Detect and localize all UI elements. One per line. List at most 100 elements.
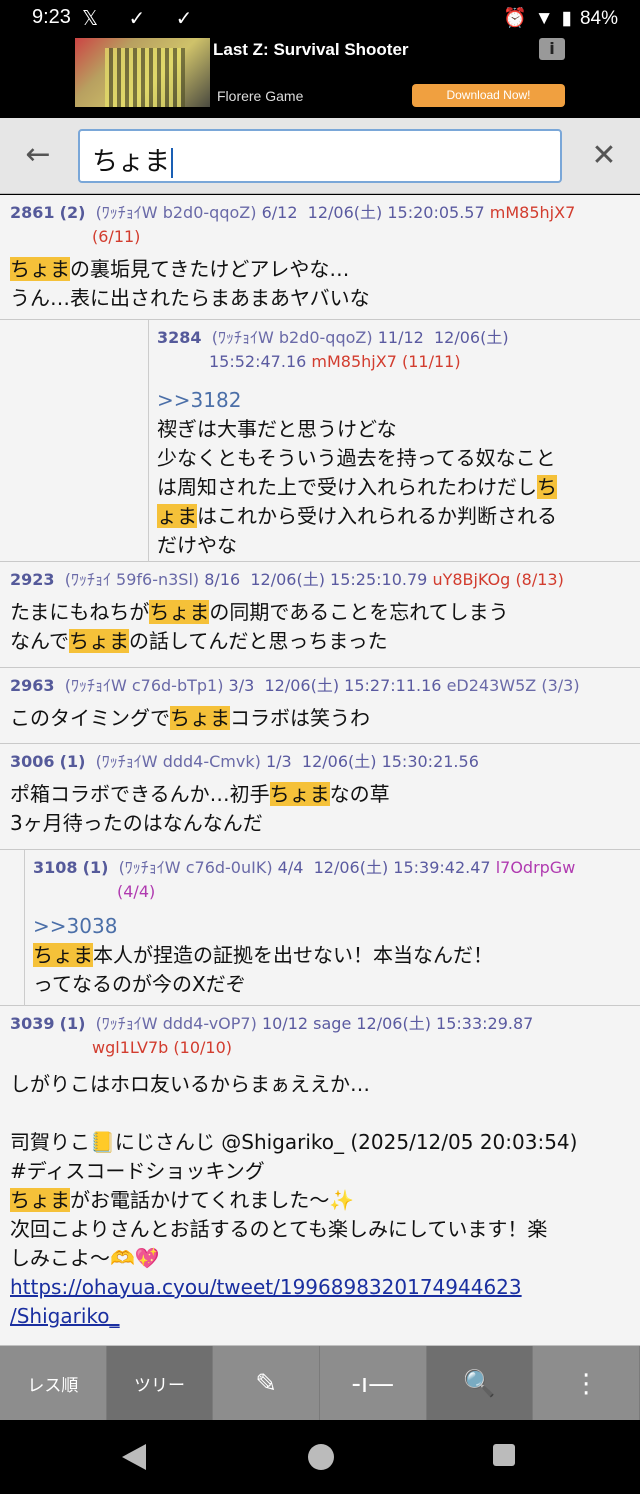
post-text: の話してんだと思っちまった (129, 629, 388, 653)
post-text: しがりこはホロ友いるからまぁええか… (10, 1072, 370, 1096)
post-body: このタイミングでちょまコラボは笑うわ (0, 698, 640, 743)
post-number[interactable]: 3006 (10, 752, 55, 771)
notification-icons: 𝕏 ✓ ✓ (82, 6, 205, 30)
post-body: >>3182 禊ぎは大事だと思うけどな 少なくともそういう過去を持ってる奴なこと… (149, 374, 640, 570)
reply-container: 3108 (1) (ﾜｯﾁｮｲW c76d-0uIK) 4/4 12/06(土)… (24, 850, 640, 1006)
post[interactable]: 2963 (ﾜｯﾁｮｲW c76d-bTp1) 3/3 12/06(土) 15:… (0, 668, 640, 744)
post[interactable]: 3006 (1) (ﾜｯﾁｮｲW ddd4-Cmvk) 1/3 12/06(土)… (0, 744, 640, 850)
ad-download-button[interactable]: Download Now! (412, 84, 565, 107)
battery-icon: ▮ (561, 8, 572, 29)
post-date: 12/06(土) 15:25:10.79 (250, 570, 428, 589)
more-vert-icon[interactable]: ⋮ (533, 1346, 640, 1421)
poster-name: (ﾜｯﾁｮｲW c76d-bTp1) (64, 676, 224, 695)
highlight: ちょま (170, 706, 230, 730)
post-fraction: 4/4 (277, 858, 304, 877)
poster-id[interactable]: uY8BjKOg (432, 570, 510, 589)
search-app-bar: ← ちょま ✕ (0, 118, 640, 194)
post-body: たまにもねちがちょまの同期であることを忘れてしまう なんでちょまの話してんだと思… (0, 592, 640, 666)
back-arrow-icon[interactable]: ← (18, 138, 58, 174)
reply-count[interactable]: (1) (60, 1014, 86, 1033)
post-date: 12/06(土) 15:27:11.16 (264, 676, 442, 695)
post-list[interactable]: 2861 (2) (ﾜｯﾁｮｲW b2d0-qqoZ) 6/12 12/06(土… (0, 195, 640, 1345)
post-text: だけやな (157, 533, 237, 557)
post-header: 2923 (ﾜｯﾁｮｲ 59f6-n3Sl) 8/16 12/06(土) 15:… (0, 562, 640, 592)
post-text: コラボは笑うわ (230, 706, 370, 730)
post-number[interactable]: 2861 (10, 203, 55, 222)
tree-button[interactable]: ツリー (106, 1346, 214, 1421)
post-fraction: 11/12 (377, 328, 424, 347)
post-text: はこれから受け入れられるか判断される (197, 504, 557, 528)
poster-id[interactable]: l7OdrpGw (496, 858, 576, 877)
ad-banner[interactable]: Last Z: Survival Shooter Florere Game i … (0, 38, 640, 118)
poster-id[interactable]: mM85hjX7 (311, 352, 396, 371)
post-body: >>3038 ちょま本人が捏造の証拠を出せない！本当なんだ！ ってなるのが今のX… (25, 904, 640, 1009)
search-icon[interactable]: 🔍 (426, 1346, 534, 1421)
post-text: #ディスコードショッキング (10, 1159, 265, 1183)
post-number[interactable]: 3284 (157, 328, 202, 347)
status-bar: 9:23 𝕏 ✓ ✓ ⏰ ▼ ▮ 84% (0, 0, 640, 38)
post-number[interactable]: 2963 (10, 676, 55, 695)
post-text: なの草 (329, 782, 390, 806)
post-date: 12/06(土) 15:30:21.56 (301, 752, 479, 771)
post-fraction: 6/12 (261, 203, 298, 222)
post-text: は周知された上で受け入れられたわけだし (157, 475, 537, 499)
poster-name: (ﾜｯﾁｮｲW ddd4-Cmvk) (95, 752, 261, 771)
poster-name: (ﾜｯﾁｮｲW b2d0-qqoZ) (95, 203, 257, 222)
ad-title[interactable]: Last Z: Survival Shooter (213, 40, 409, 60)
back-triangle-icon[interactable] (122, 1444, 146, 1470)
poster-name: (ﾜｯﾁｮｲ 59f6-n3Sl) (64, 570, 200, 589)
post[interactable]: 2861 (2) (ﾜｯﾁｮｲW b2d0-qqoZ) 6/12 12/06(土… (0, 195, 640, 320)
info-icon[interactable]: i (539, 38, 565, 60)
alarm-icon: ⏰ (503, 8, 527, 29)
recents-square-icon[interactable] (493, 1444, 515, 1466)
post[interactable]: 3108 (1) (ﾜｯﾁｮｲW c76d-0uIK) 4/4 12/06(土)… (0, 850, 640, 1006)
post-text: 禊ぎは大事だと思うけどな (157, 417, 397, 441)
highlight: ちょま (149, 600, 210, 624)
post-number[interactable]: 2923 (10, 570, 55, 589)
post-header: 3284 (ﾜｯﾁｮｲW b2d0-qqoZ) 11/12 12/06(土) 1… (149, 320, 640, 374)
post[interactable]: 3039 (1) (ﾜｯﾁｮｲW ddd4-vOP7) 10/12 sage 1… (0, 1006, 640, 1345)
post-date: 12/06(土) 15:33:29.87 (356, 1014, 534, 1033)
text-cursor (171, 147, 174, 178)
post-date: 12/06(土) (433, 328, 509, 347)
reply-anchor-link[interactable]: >>3182 (157, 388, 241, 412)
post-number[interactable]: 3108 (33, 858, 78, 877)
post-number[interactable]: 3039 (10, 1014, 55, 1033)
tweet-link[interactable]: /Shigariko_ (10, 1304, 120, 1328)
res-order-button[interactable]: レス順 (0, 1346, 107, 1421)
post-text: ポ箱コラボできるんか…初手 (10, 782, 270, 806)
search-input[interactable]: ちょま (78, 129, 562, 183)
post-body: ポ箱コラボできるんか…初手ちょまなの草 3ヶ月待ったのはなんなんだ (0, 774, 640, 848)
reply-count[interactable]: (2) (60, 203, 86, 222)
home-circle-icon[interactable] (308, 1444, 334, 1470)
post-text: 次回こよりさんとお話するのとても楽しみにしています！楽 (10, 1217, 548, 1241)
poster-id[interactable]: mM85hjX7 (490, 203, 575, 222)
post-text: うん…表に出されたらまあまあヤバいな (10, 286, 370, 310)
reply-count[interactable]: (1) (83, 858, 109, 877)
post-fraction: 1/3 (265, 752, 292, 771)
reply-anchor-link[interactable]: >>3038 (33, 914, 117, 938)
post-time: 15:52:47.16 (209, 352, 307, 371)
ad-image[interactable] (75, 38, 210, 107)
post[interactable]: 2923 (ﾜｯﾁｮｲ 59f6-n3Sl) 8/16 12/06(土) 15:… (0, 562, 640, 668)
edit-icon[interactable]: ✎ (213, 1346, 321, 1421)
highlight: ち (537, 475, 557, 499)
post[interactable]: 3284 (ﾜｯﾁｮｲW b2d0-qqoZ) 11/12 12/06(土) 1… (0, 320, 640, 562)
reply-count[interactable]: (1) (60, 752, 86, 771)
poster-id-count: (8/13) (515, 570, 564, 589)
post-header: 2861 (2) (ﾜｯﾁｮｲW b2d0-qqoZ) 6/12 12/06(土… (0, 195, 640, 249)
close-icon[interactable]: ✕ (584, 136, 624, 176)
post-header: 2963 (ﾜｯﾁｮｲW c76d-bTp1) 3/3 12/06(土) 15:… (0, 668, 640, 698)
post-text: 司賀りこ📒にじさんじ @Shigariko_ (2025/12/05 20:03… (10, 1130, 578, 1154)
post-text: このタイミングで (10, 706, 170, 730)
slider-icon[interactable]: -ı— (320, 1346, 427, 1421)
post-text: しみこよ～🫶💖 (10, 1246, 160, 1270)
tweet-link[interactable]: https://ohayua.cyou/tweet/19968983201749… (10, 1275, 522, 1299)
post-text: なんで (10, 629, 69, 653)
post-text: 3ヶ月待ったのはなんなんだ (10, 811, 263, 835)
battery-level: 84% (579, 8, 618, 29)
post-date: 12/06(土) 15:39:42.47 (313, 858, 491, 877)
poster-id[interactable]: eD243W5Z (447, 676, 537, 695)
poster-id[interactable]: wgl1LV7b (92, 1038, 168, 1057)
post-body: しがりこはホロ友いるからまぁええか… 司賀りこ📒にじさんじ @Shigariko… (0, 1060, 640, 1341)
